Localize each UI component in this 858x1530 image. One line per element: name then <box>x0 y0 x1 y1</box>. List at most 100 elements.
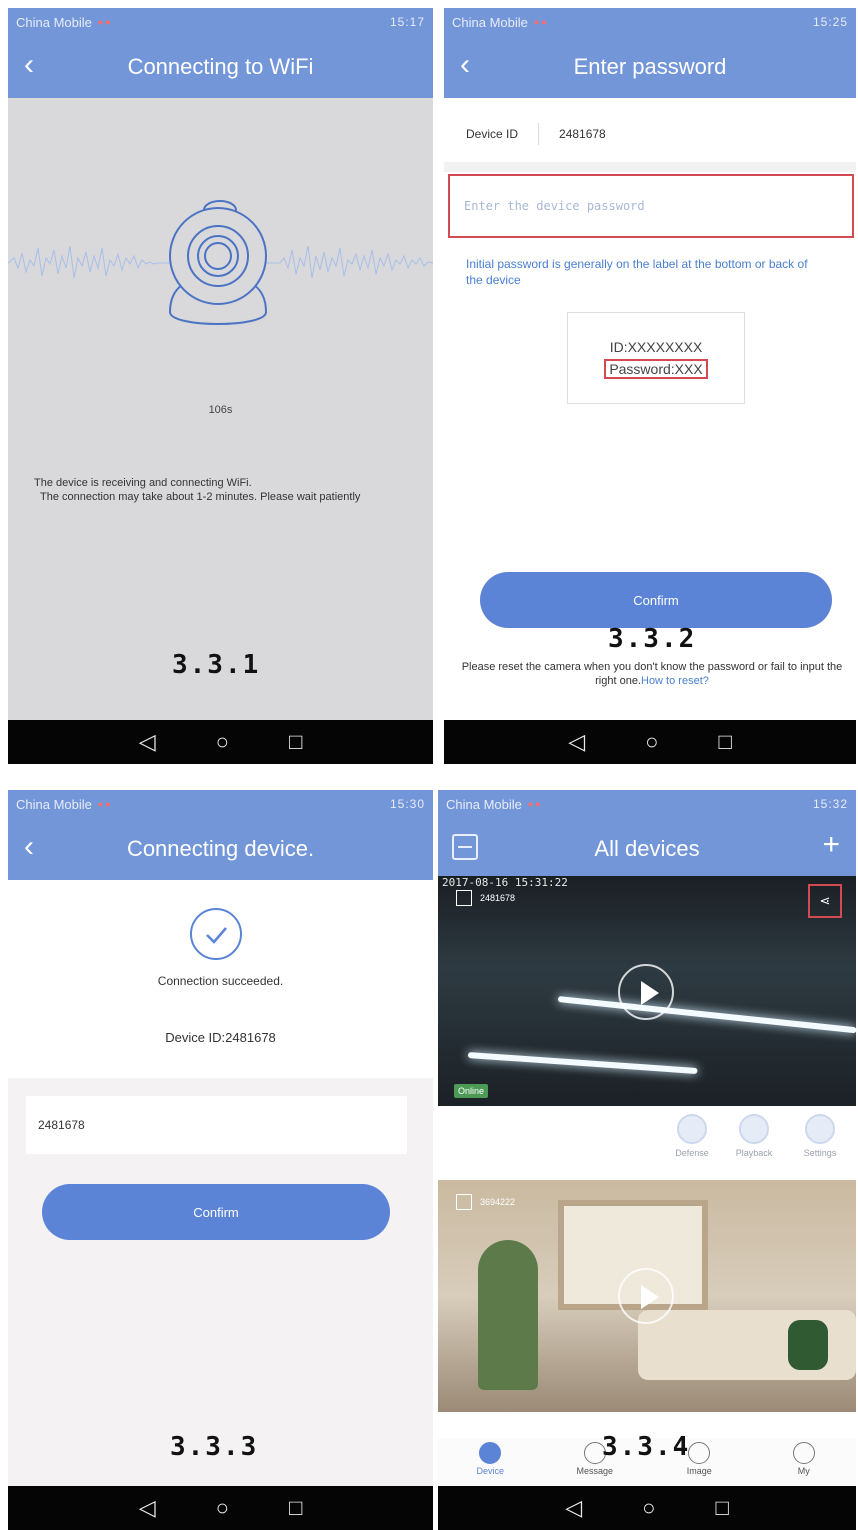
divider <box>444 162 856 172</box>
tab-label: Image <box>686 1466 712 1476</box>
status-bar: China Mobile ●● 15:30 <box>8 790 433 818</box>
screen-all-devices: China Mobile ●● 15:32 All devices + 2017… <box>438 790 856 1530</box>
share-icon[interactable]: ⋖ <box>808 884 842 918</box>
camera-icon <box>168 200 268 325</box>
page-title: Connecting device. <box>126 836 315 861</box>
device-tab-icon <box>479 1442 502 1464</box>
nav-recent-icon[interactable]: □ <box>718 729 731 755</box>
play-icon[interactable] <box>618 1268 674 1324</box>
title-bar: ‹ Connecting to WiFi <box>8 36 433 98</box>
profile-tab-icon <box>792 1442 815 1464</box>
notification-icon: ●● <box>527 799 543 809</box>
nav-back-icon[interactable]: ◁ <box>565 1495 582 1521</box>
camera-feed[interactable]: 3694222 <box>438 1180 856 1412</box>
status-time: 15:17 <box>389 15 425 29</box>
image-tab-icon <box>688 1442 711 1464</box>
reset-note: Please reset the camera when you don't k… <box>458 660 846 688</box>
title-bar: All devices + <box>438 818 856 880</box>
edit-icon[interactable] <box>456 890 472 906</box>
nav-home-icon[interactable]: ○ <box>645 729 658 755</box>
title-bar: ‹ Connecting device. <box>8 818 433 880</box>
defense-button[interactable]: Defense <box>664 1114 720 1158</box>
nav-back-icon[interactable]: ◁ <box>139 729 156 755</box>
nav-home-icon[interactable]: ○ <box>216 729 229 755</box>
playback-button[interactable]: Playback <box>726 1114 782 1158</box>
camera-name-label: 3694222 <box>480 1197 516 1207</box>
carrier-label: China Mobile <box>16 14 92 30</box>
confirm-button[interactable]: Confirm <box>42 1184 390 1240</box>
back-arrow-icon[interactable]: ‹ <box>24 832 34 862</box>
settings-icon <box>805 1114 835 1144</box>
nav-recent-icon[interactable]: □ <box>289 1495 302 1521</box>
camera-name: 2481678 <box>456 890 515 906</box>
screen-enter-password: China Mobile ●● 15:25 ‹ Enter password D… <box>444 8 856 764</box>
step-number: 3.3.1 <box>172 650 261 680</box>
page-title: All devices <box>594 836 700 861</box>
connection-status: Connection succeeded. <box>157 974 284 988</box>
tab-label: Device <box>476 1466 504 1476</box>
carrier-label: China Mobile <box>452 14 528 30</box>
ceiling-light <box>557 996 856 1034</box>
back-arrow-icon[interactable]: ‹ <box>460 50 470 80</box>
notification-icon: ●● <box>97 17 113 27</box>
status-bar: China Mobile ●● 15:32 <box>438 790 856 818</box>
device-id-text: Device ID:2481678 <box>165 1030 276 1045</box>
step-number: 3.3.3 <box>170 1432 259 1462</box>
playback-icon <box>739 1114 769 1144</box>
status-time: 15:30 <box>389 797 425 811</box>
notification-icon: ●● <box>533 17 549 27</box>
camera-feed[interactable]: 2017-08-16 15:31:22 2481678 ⋖ Online <box>438 876 856 1106</box>
device-id-input[interactable] <box>26 1096 407 1154</box>
status-bar: China Mobile ●● 15:25 <box>444 8 856 36</box>
action-label: Settings <box>803 1148 837 1158</box>
defense-icon <box>677 1114 707 1144</box>
feed-timestamp: 2017-08-16 15:31:22 <box>442 876 568 889</box>
message-line: The connection may take about 1-2 minute… <box>40 491 361 503</box>
ceiling-light <box>467 1052 698 1075</box>
action-label: Playback <box>735 1148 773 1158</box>
divider <box>538 123 540 145</box>
status-bar: China Mobile ●● 15:17 <box>8 8 433 36</box>
confirm-button[interactable]: Confirm <box>480 572 832 628</box>
tab-label: Message <box>576 1466 614 1476</box>
countdown-timer: 106s <box>208 404 233 416</box>
step-number: 3.3.2 <box>608 624 697 654</box>
play-icon[interactable] <box>618 964 674 1020</box>
camera-name: 3694222 <box>456 1194 515 1210</box>
nav-back-icon[interactable]: ◁ <box>139 1495 156 1521</box>
device-id-label: Device ID <box>466 127 519 141</box>
system-nav-bar: ◁ ○ □ <box>8 1486 433 1530</box>
plant <box>478 1240 538 1390</box>
nav-recent-icon[interactable]: □ <box>715 1495 728 1521</box>
settings-button[interactable]: Settings <box>792 1114 848 1158</box>
title-bar: ‹ Enter password <box>444 36 856 98</box>
nav-back-icon[interactable]: ◁ <box>568 729 585 755</box>
edit-icon[interactable] <box>456 1194 472 1210</box>
action-label: Defense <box>675 1148 709 1158</box>
add-device-button[interactable]: + <box>822 830 840 860</box>
menu-icon[interactable] <box>452 834 478 860</box>
tab-label: My <box>797 1466 810 1476</box>
online-badge: Online <box>454 1084 489 1098</box>
camera-name-label: 2481678 <box>480 893 516 903</box>
notification-icon: ●● <box>97 799 113 809</box>
device-id-row: Device ID 2481678 <box>444 106 856 162</box>
carrier-label: China Mobile <box>16 796 92 812</box>
screen-connecting-wifi: China Mobile ●● 15:17 ‹ Connecting to Wi… <box>8 8 433 764</box>
system-nav-bar: ◁ ○ □ <box>438 1486 856 1530</box>
nav-home-icon[interactable]: ○ <box>216 1495 229 1521</box>
how-to-reset-link[interactable]: How to reset? <box>641 675 709 687</box>
system-nav-bar: ◁ ○ □ <box>8 720 433 764</box>
password-hint: Initial password is generally on the lab… <box>466 257 808 287</box>
back-arrow-icon[interactable]: ‹ <box>24 50 34 80</box>
system-nav-bar: ◁ ○ □ <box>444 720 856 764</box>
status-time: 15:32 <box>812 797 848 811</box>
carrier-label: China Mobile <box>446 796 522 812</box>
password-input[interactable] <box>448 174 854 238</box>
label-password-text: Password:XXX <box>604 359 708 379</box>
tab-device[interactable]: Device <box>438 1438 543 1486</box>
nav-recent-icon[interactable]: □ <box>289 729 302 755</box>
tab-my[interactable]: My <box>752 1438 857 1486</box>
nav-home-icon[interactable]: ○ <box>642 1495 655 1521</box>
checkmark-icon <box>190 908 242 960</box>
